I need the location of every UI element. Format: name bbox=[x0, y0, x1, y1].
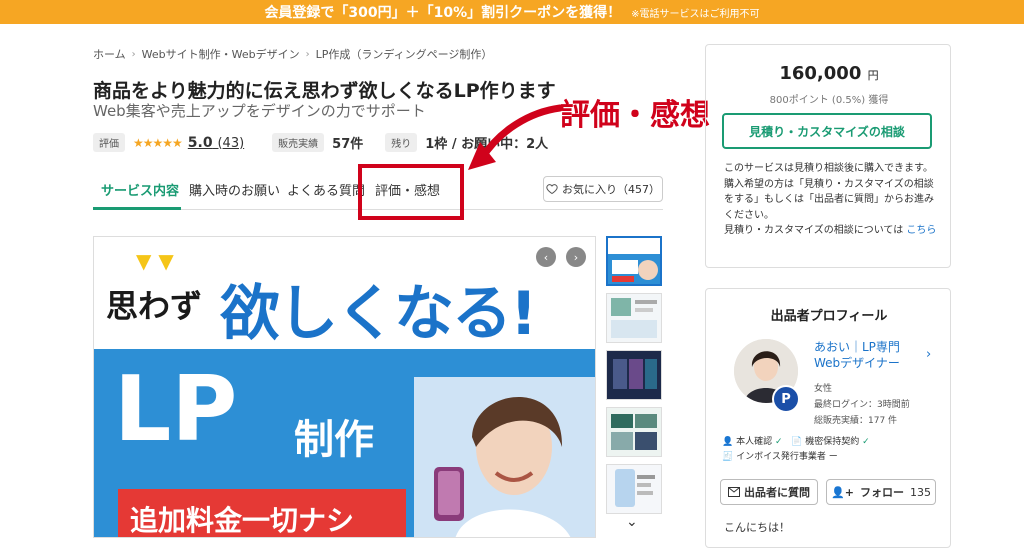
thumbnail-4[interactable] bbox=[606, 407, 662, 457]
chevron-down-icon[interactable]: ⌄ bbox=[626, 514, 638, 530]
image-text-omowazu: 思わず bbox=[106, 287, 203, 325]
sales-value: 57件 bbox=[332, 137, 364, 152]
check-icon: ✓ bbox=[774, 437, 783, 447]
favorite-label: お気に入り（457） bbox=[562, 183, 660, 196]
sales-chip: 販売実績 bbox=[272, 133, 325, 152]
thumbnail-list bbox=[606, 236, 662, 521]
price-note: このサービスは見積り相談後に購入できます。購入希望の方は「見積り・カスタマイズの… bbox=[724, 163, 937, 236]
chevron-right-icon: › bbox=[305, 48, 310, 60]
verification-list: 👤 本人確認 ✓ 📄 機密保持契約 ✓ 🧾 インボイス発行事業者 ー bbox=[722, 435, 870, 465]
image-text-hoshiku: 欲しくなる! bbox=[220, 279, 537, 349]
tab-faq[interactable]: よくある質問 bbox=[287, 180, 365, 199]
active-tab-indicator bbox=[93, 207, 181, 210]
banner-sub-text: ※電話サービスはご利用不可 bbox=[631, 8, 760, 20]
page-subtitle: Web集客や売上アップをデザインの力でサポート bbox=[93, 102, 426, 120]
profile-title: 出品者プロフィール bbox=[770, 309, 888, 324]
image-text-seisaku: 制作 bbox=[294, 417, 374, 463]
thumbnail-2[interactable] bbox=[606, 293, 662, 343]
image-text-lp: LP bbox=[114, 357, 238, 462]
annotation-arrow-icon bbox=[468, 104, 564, 170]
service-main-image[interactable]: ▼ ▼ 思わず 欲しくなる! LP 制作 追加料金一切ナシ ‹ › bbox=[93, 236, 596, 538]
breadcrumb-web[interactable]: Webサイト制作・Webデザイン bbox=[142, 46, 300, 62]
document-icon: 📄 bbox=[791, 437, 803, 447]
badge-p-icon: P bbox=[772, 385, 800, 413]
verify-invoice-status: ー bbox=[828, 452, 838, 462]
ask-seller-button[interactable]: 出品者に質問 bbox=[720, 479, 818, 505]
seller-greeting: こんにちは！ bbox=[724, 521, 790, 534]
annotation-highlight-box bbox=[358, 164, 464, 220]
banner-main-text: 会員登録で「300円」＋「10%」割引クーポンを獲得！ bbox=[264, 5, 622, 21]
person-icon: 👤 bbox=[722, 437, 734, 447]
mail-icon bbox=[728, 487, 740, 497]
add-person-icon: 👤+ bbox=[831, 485, 854, 499]
thumbnail-1[interactable] bbox=[606, 236, 662, 286]
invoice-icon: 🧾 bbox=[722, 452, 734, 462]
note-link[interactable]: こちら bbox=[906, 225, 936, 236]
tab-service-content[interactable]: サービス内容 bbox=[101, 180, 179, 199]
verify-nda: 機密保持契約 bbox=[805, 437, 860, 447]
annotation-label: 評価・感想 bbox=[560, 98, 710, 133]
follow-button[interactable]: 👤+ フォロー 135 bbox=[826, 479, 936, 505]
remaining-chip: 残り bbox=[385, 133, 418, 152]
star-rating-icon: ★★★★★ bbox=[133, 135, 183, 150]
sparkle-icon: ▼ ▼ bbox=[136, 249, 174, 273]
top-promo-banner[interactable]: 会員登録で「300円」＋「10%」割引クーポンを獲得！ ※電話サービスはご利用不… bbox=[0, 0, 1024, 24]
prev-image-button[interactable]: ‹ bbox=[536, 247, 556, 267]
thumbnail-3[interactable] bbox=[606, 350, 662, 400]
seller-meta: 女性 最終ログイン：3時間前 総販売実績：177 件 bbox=[814, 381, 910, 429]
breadcrumb-lp[interactable]: LP作成（ランディングページ制作） bbox=[316, 46, 493, 62]
tab-purchase-request[interactable]: 購入時のお願い bbox=[189, 180, 280, 199]
price-value: 160,000 円 bbox=[779, 63, 879, 84]
chevron-right-icon: › bbox=[131, 48, 136, 60]
seller-total-sales: 総販売実績：177 件 bbox=[814, 416, 898, 426]
follow-count: 135 bbox=[909, 485, 931, 499]
next-image-button[interactable]: › bbox=[566, 247, 586, 267]
thumbnail-5[interactable] bbox=[606, 464, 662, 514]
verify-identity: 本人確認 bbox=[736, 437, 773, 447]
quote-consult-button[interactable]: 見積り・カスタマイズの相談 bbox=[722, 113, 932, 149]
breadcrumb: ホーム › Webサイト制作・Webデザイン › LP作成（ランディングページ制… bbox=[93, 46, 492, 62]
check-icon: ✓ bbox=[862, 437, 870, 447]
breadcrumb-home[interactable]: ホーム bbox=[93, 46, 126, 62]
chevron-right-icon[interactable]: › bbox=[926, 347, 931, 362]
verify-invoice: インボイス発行事業者 bbox=[736, 452, 826, 462]
seller-gender: 女性 bbox=[814, 384, 833, 394]
page-title: 商品をより魅力的に伝え思わず欲しくなるLP作ります bbox=[93, 80, 556, 102]
price-panel: 160,000 円 800ポイント (0.5%) 獲得 見積り・カスタマイズの相… bbox=[705, 44, 951, 268]
points-text: 800ポイント (0.5%) 獲得 bbox=[769, 95, 889, 106]
image-text-banner: 追加料金一切ナシ bbox=[130, 504, 355, 537]
heart-icon bbox=[546, 184, 558, 195]
seller-name-link[interactable]: あおい｜LP専門Webデザイナー bbox=[814, 339, 924, 371]
rating-chip: 評価 bbox=[93, 133, 125, 152]
woman-with-phone-illustration bbox=[414, 377, 595, 537]
seller-last-login: 最終ログイン：3時間前 bbox=[814, 400, 910, 410]
rating-link[interactable]: 5.0 (43) bbox=[188, 135, 244, 151]
seller-profile-panel: 出品者プロフィール P あおい｜LP専門Webデザイナー › 女性 最終ログイン… bbox=[705, 288, 951, 548]
